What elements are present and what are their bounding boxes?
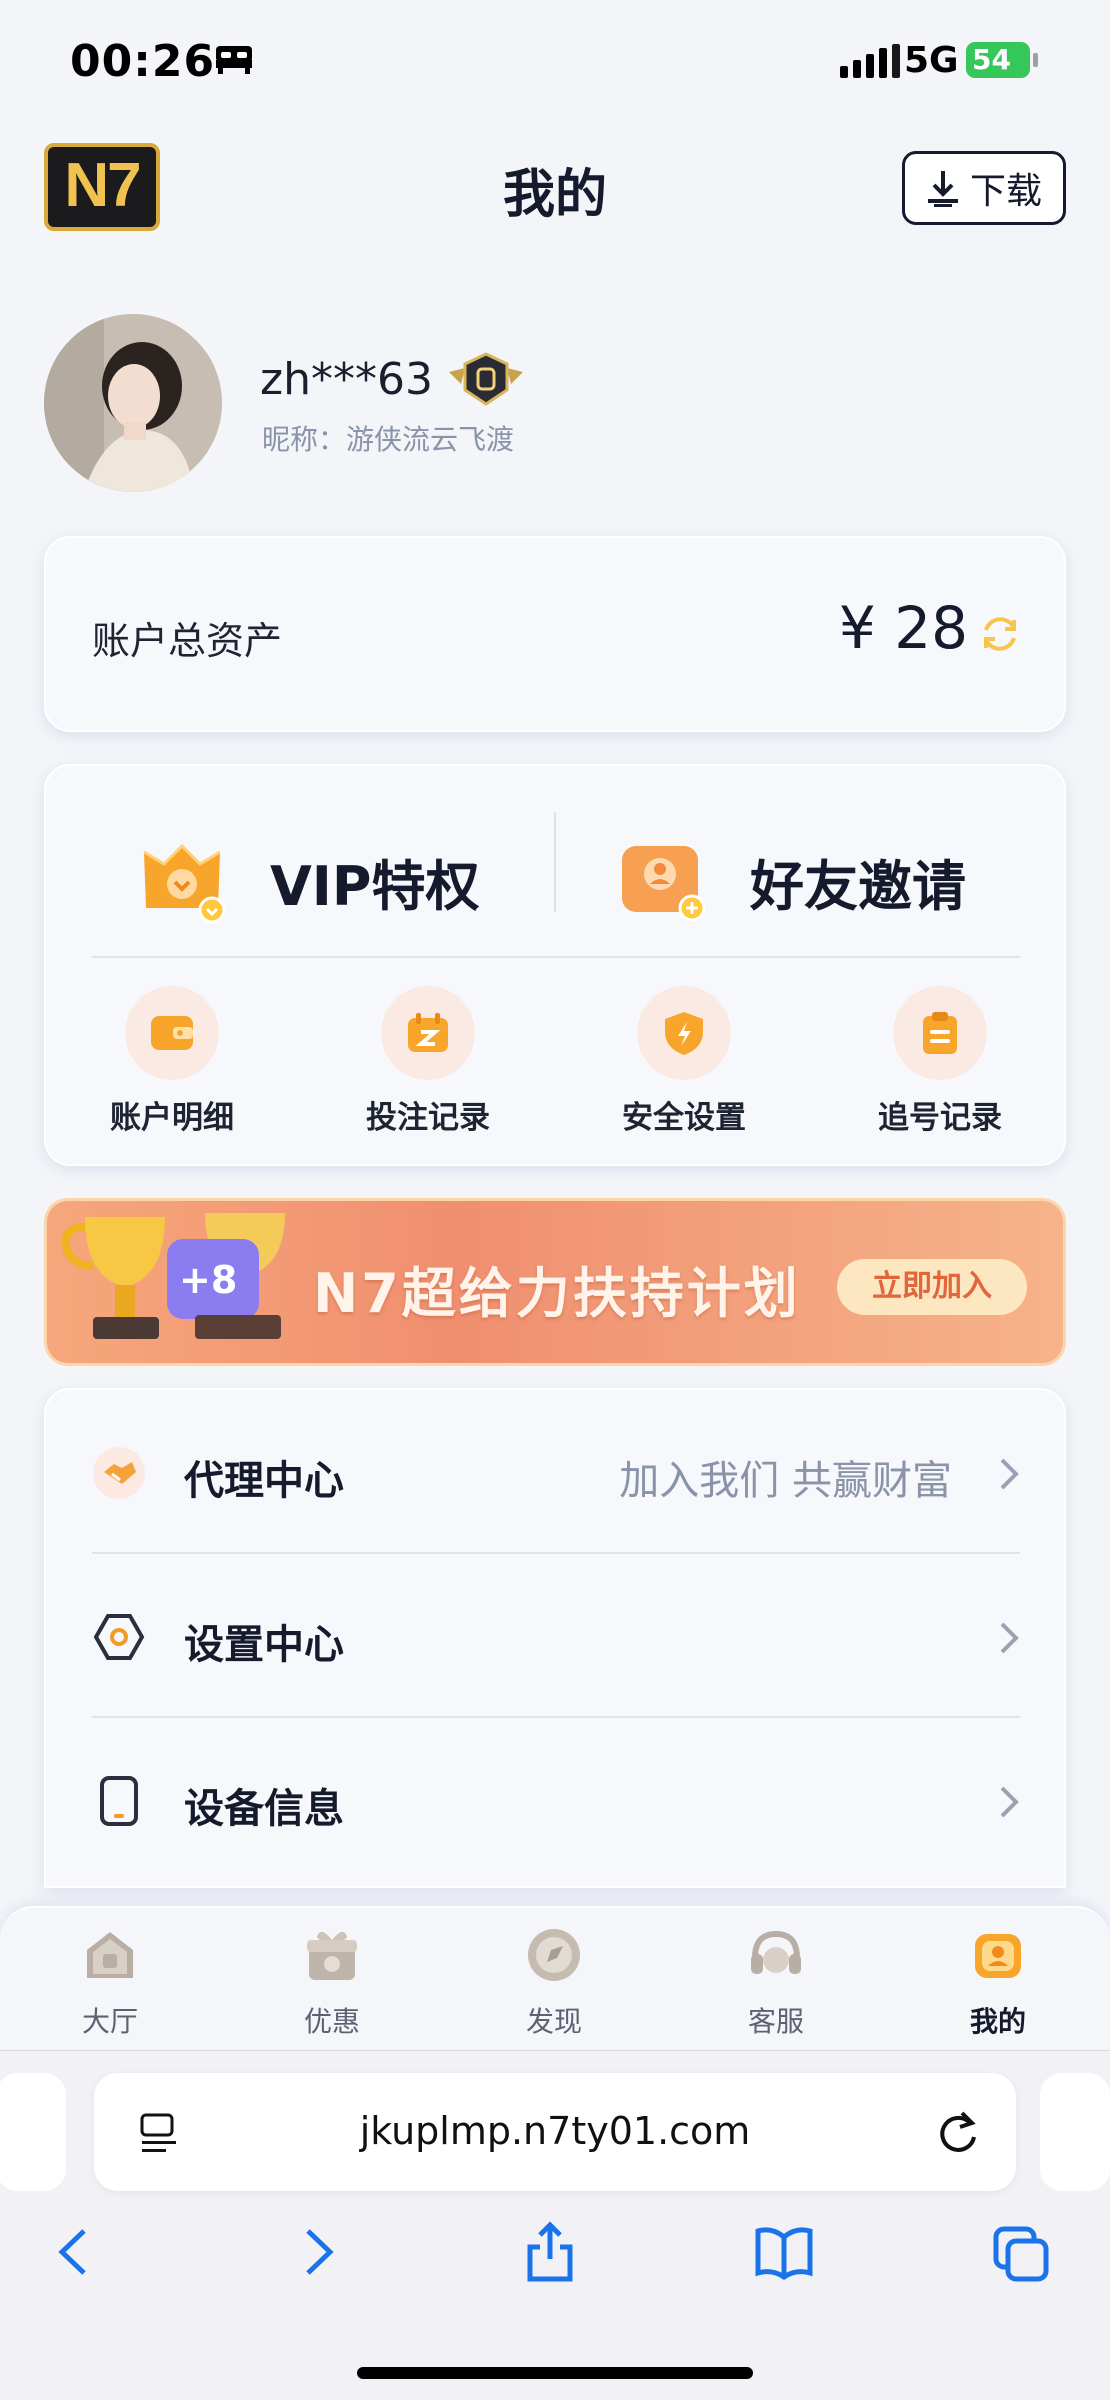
next-tab-pill[interactable]: [1040, 2073, 1110, 2191]
security-settings-icon-bg: [637, 986, 731, 1080]
chase-records-icon-bg: [893, 986, 987, 1080]
chase-records-label: 追号记录: [878, 1100, 1002, 1136]
invite-friends-icon: [622, 846, 706, 922]
profile-tab-icon: [975, 1934, 1021, 1978]
clipboard-icon: [923, 1012, 957, 1054]
tab-discover-label: 发现: [525, 2005, 582, 2038]
invite-friends-button[interactable]: 好友邀请: [618, 816, 966, 946]
chevron-right-icon: [1000, 1622, 1019, 1654]
sleep-mode-icon: [216, 46, 252, 74]
username-text: zh***63: [260, 353, 433, 405]
feature-card: VIP特权 好友邀请 账户明细 投注记录 安全设置 追号记录: [44, 764, 1066, 1166]
total-assets-label: 账户总资产: [92, 619, 283, 663]
network-type: 5G: [904, 40, 959, 81]
shield-icon: [665, 1012, 703, 1055]
tab-promotions-label: 优惠: [303, 2005, 360, 2038]
address-bar[interactable]: jkuplmp.n7ty01.com: [94, 2073, 1016, 2191]
download-icon: [927, 171, 958, 207]
support-plan-banner[interactable]: +8 N7超给力扶持计划 立即加入: [44, 1198, 1066, 1366]
tab-lobby[interactable]: 大厅: [30, 1924, 190, 2040]
bet-records-button[interactable]: 投注记录: [328, 986, 528, 1137]
back-icon[interactable]: [46, 2219, 106, 2285]
menu-item-device-info[interactable]: 设备信息: [46, 1718, 1064, 1880]
device-icon: [100, 1776, 138, 1826]
refresh-icon[interactable]: [978, 612, 1022, 656]
vip-crown-icon: [143, 843, 226, 924]
chase-records-button[interactable]: 追号记录: [840, 986, 1040, 1137]
tab-customer-service[interactable]: 客服: [696, 1924, 856, 2040]
account-details-icon-bg: [125, 986, 219, 1080]
chevron-right-icon: [1000, 1786, 1019, 1818]
nickname: 昵称：游侠流云飞渡: [262, 423, 515, 456]
chevron-right-icon: [1000, 1458, 1019, 1490]
tabs-icon[interactable]: [990, 2219, 1050, 2285]
settings-hexagon-icon: [93, 1614, 145, 1660]
tab-mine-label: 我的: [969, 2005, 1026, 2038]
battery-tip-icon: [1033, 53, 1038, 67]
vip-privilege-button[interactable]: VIP特权: [138, 816, 479, 946]
username: zh***63: [260, 350, 527, 408]
vip-level-badge-icon: [448, 352, 523, 406]
menu-item-settings-center[interactable]: 设置中心: [46, 1554, 1064, 1716]
join-now-button[interactable]: 立即加入: [837, 1259, 1027, 1315]
discover-compass-icon: [528, 1929, 580, 1981]
tab-mine[interactable]: 我的: [918, 1924, 1078, 2040]
tab-lobby-label: 大厅: [81, 2005, 138, 2038]
tab-promotions[interactable]: 优惠: [252, 1924, 412, 2040]
previous-tab-pill[interactable]: [0, 2073, 66, 2191]
bottom-tab-bar: 大厅 优惠 发现 客服 我的: [0, 1906, 1110, 2050]
feature-divider: [554, 812, 556, 912]
tab-discover[interactable]: 发现: [474, 1924, 634, 2040]
lobby-house-icon: [87, 1932, 133, 1978]
device-info-label: 设备信息: [184, 1786, 344, 1832]
cellular-signal-icon: [840, 44, 900, 78]
url-text: jkuplmp.n7ty01.com: [359, 2109, 751, 2153]
forward-icon[interactable]: [286, 2219, 346, 2285]
security-settings-button[interactable]: 安全设置: [584, 986, 784, 1137]
agent-center-label: 代理中心: [184, 1458, 344, 1504]
invite-friends-label: 好友邀请: [750, 854, 966, 918]
account-details-label: 账户明细: [110, 1100, 234, 1136]
menu-item-agent-center[interactable]: 代理中心 加入我们 共赢财富: [46, 1390, 1064, 1552]
svg-text:+8: +8: [179, 1258, 237, 1302]
feature-separator: [92, 956, 1020, 958]
download-label: 下载: [969, 171, 1042, 212]
total-assets-card: 账户总资产 ¥ 28: [44, 536, 1066, 732]
agent-center-hint: 加入我们 共赢财富: [619, 1458, 952, 1504]
total-assets-value: ¥ 28: [838, 594, 968, 662]
share-icon[interactable]: [520, 2219, 580, 2285]
account-details-button[interactable]: 账户明细: [72, 986, 272, 1137]
reload-icon[interactable]: [934, 2107, 980, 2157]
download-button[interactable]: 下载: [902, 151, 1066, 225]
banner-title: N7超给力扶持计划: [313, 1262, 801, 1325]
bet-records-label: 投注记录: [366, 1100, 490, 1136]
vip-privilege-label: VIP特权: [270, 854, 480, 918]
menu-list: 代理中心 加入我们 共赢财富 设置中心 设备信息: [44, 1388, 1066, 1888]
avatar-photo: [44, 314, 222, 492]
tab-customer-service-label: 客服: [747, 2005, 804, 2038]
headset-icon: [751, 1930, 801, 1974]
home-indicator: [357, 2367, 753, 2379]
bookmarks-icon[interactable]: [754, 2219, 814, 2285]
handshake-icon: [93, 1447, 145, 1499]
security-settings-label: 安全设置: [622, 1100, 746, 1136]
trophy-icon: +8: [61, 1213, 285, 1339]
bet-records-icon-bg: [381, 986, 475, 1080]
avatar[interactable]: [44, 314, 222, 492]
battery-level: 54: [966, 42, 1030, 78]
status-bar: 00:26 5G 54: [0, 0, 1110, 120]
status-time: 00:26: [70, 36, 216, 87]
browser-toolbar: jkuplmp.n7ty01.com: [0, 2050, 1110, 2400]
calendar-icon: [408, 1013, 448, 1052]
gift-icon: [307, 1931, 357, 1980]
settings-center-label: 设置中心: [184, 1622, 344, 1668]
wallet-icon: [151, 1016, 193, 1050]
